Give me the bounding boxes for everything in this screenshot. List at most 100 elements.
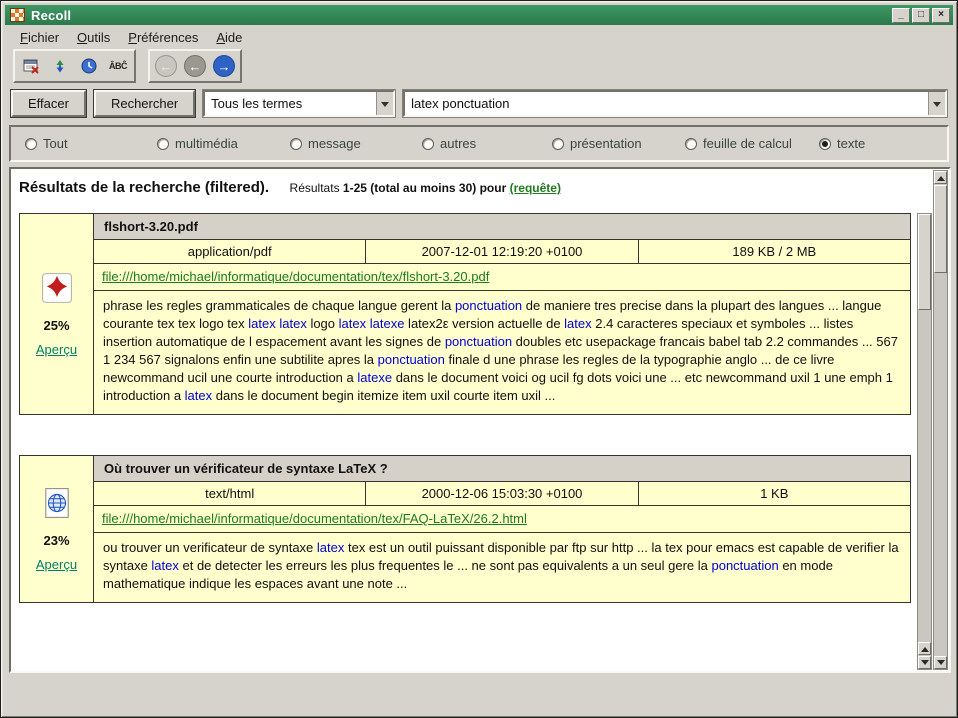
filter-autres[interactable]: autres [422, 136, 476, 151]
filter-message[interactable]: message [290, 136, 361, 151]
preview-link[interactable]: Aperçu [36, 342, 77, 357]
query-value: latex ponctuation [405, 92, 928, 115]
radio-icon[interactable] [422, 138, 434, 150]
result-meta-row: text/html 2000-12-06 15:03:30 +0100 1 KB [94, 482, 910, 506]
search-button[interactable]: Rechercher [94, 90, 195, 117]
scroll-up-button[interactable] [918, 642, 931, 655]
maximize-button[interactable]: □ [912, 8, 930, 23]
results-panel: Résultats de la recherche (filtered). Ré… [9, 167, 951, 673]
result-title: flshort-3.20.pdf [94, 214, 910, 240]
result-item-1: 25% Aperçu flshort-3.20.pdf application/… [19, 213, 911, 415]
radio-icon[interactable] [685, 138, 697, 150]
result-title: Où trouver un vérificateur de syntaxe La… [94, 456, 910, 482]
prev-page-icon: ← [184, 55, 206, 77]
chevron-down-icon[interactable] [376, 92, 393, 115]
filter-label: autres [440, 136, 476, 151]
sort-arrows-icon [51, 57, 69, 75]
query-link[interactable]: (requête) [510, 181, 561, 195]
result-size: 189 KB / 2 MB [638, 240, 910, 263]
results-summary: Résultats 1-25 (total au moins 30) pour … [290, 181, 561, 195]
result-snippet: phrase les regles grammaticales de chaqu… [94, 291, 910, 414]
arrow-up-icon [921, 643, 929, 652]
results-count-label: Résultats [290, 181, 343, 195]
titlebar: Recoll _ □ × [5, 5, 953, 25]
toolbar: ÂBĈ ← ← → [5, 49, 953, 83]
scrollbar-thumb[interactable] [918, 214, 931, 310]
toolbar-group-tools: ÂBĈ [13, 49, 136, 83]
result-url-link[interactable]: file:///home/michael/informatique/docume… [102, 511, 527, 526]
minimize-button[interactable]: _ [892, 8, 910, 23]
prev-page-button[interactable]: ← [182, 53, 208, 79]
menu-preferences[interactable]: Préférences [119, 28, 207, 47]
radio-icon[interactable] [157, 138, 169, 150]
result-mime: application/pdf [94, 240, 365, 263]
arrow-up-icon [937, 172, 945, 181]
filter-feuille-de-calcul[interactable]: feuille de calcul [685, 136, 792, 151]
result-url-link[interactable]: file:///home/michael/informatique/docume… [102, 269, 489, 284]
scrollbar-thumb[interactable] [934, 185, 947, 273]
chevron-down-icon[interactable] [928, 92, 945, 115]
inner-scrollbar[interactable] [917, 213, 932, 670]
radio-icon[interactable] [819, 138, 831, 150]
result-url-row: file:///home/michael/informatique/docume… [94, 506, 910, 533]
search-mode-select[interactable]: Tous les termes [203, 90, 395, 117]
scroll-down-button[interactable] [934, 656, 947, 669]
filter-texte[interactable]: texte [819, 136, 865, 151]
result-url-row: file:///home/michael/informatique/docume… [94, 264, 910, 291]
html-file-icon [41, 487, 73, 524]
toolbar-group-nav: ← ← → [148, 49, 242, 83]
next-page-button[interactable]: → [211, 53, 237, 79]
result-date: 2007-12-01 12:19:20 +0100 [365, 240, 637, 263]
result-date: 2000-12-06 15:03:30 +0100 [365, 482, 637, 505]
result-item-2: 23% Aperçu Où trouver un vérificateur de… [19, 455, 911, 603]
scroll-down-button[interactable] [918, 656, 931, 669]
filter-label: texte [837, 136, 865, 151]
results-list: Résultats de la recherche (filtered). Ré… [11, 169, 915, 671]
close-button[interactable]: × [932, 8, 950, 23]
filter-multimedia[interactable]: multimédia [157, 136, 238, 151]
menu-fichier[interactable]: Fichier [11, 28, 68, 47]
results-range: 1-25 (total au moins 30) pour [343, 181, 510, 195]
query-input[interactable]: latex ponctuation [403, 90, 947, 117]
result-meta-row: application/pdf 2007-12-01 12:19:20 +010… [94, 240, 910, 264]
next-page-icon: → [213, 55, 235, 77]
radio-icon[interactable] [290, 138, 302, 150]
filter-label: Tout [43, 136, 68, 151]
result-size: 1 KB [638, 482, 910, 505]
results-header: Résultats de la recherche (filtered). Ré… [17, 177, 913, 201]
outer-scrollbar[interactable] [933, 170, 948, 670]
filter-label: présentation [570, 136, 642, 151]
radio-icon[interactable] [25, 138, 37, 150]
clock-icon [80, 57, 98, 75]
preview-link[interactable]: Aperçu [36, 557, 77, 572]
filter-label: multimédia [175, 136, 238, 151]
menu-aide[interactable]: Aide [207, 28, 251, 47]
filter-presentation[interactable]: présentation [552, 136, 642, 151]
scroll-up-button[interactable] [934, 171, 947, 184]
result-main: flshort-3.20.pdf application/pdf 2007-12… [94, 214, 910, 414]
search-row: Effacer Rechercher Tous les termes latex… [11, 89, 947, 118]
radio-icon[interactable] [552, 138, 564, 150]
first-page-icon: ← [155, 55, 177, 77]
window-title: Recoll [31, 8, 71, 23]
filter-tout[interactable]: Tout [25, 136, 68, 151]
arrow-down-icon [937, 660, 945, 669]
term-explorer-button[interactable]: ÂBĈ [105, 53, 131, 79]
statusbar [5, 689, 953, 713]
first-page-button[interactable]: ← [153, 53, 179, 79]
result-mime: text/html [94, 482, 365, 505]
arrow-down-icon [921, 660, 929, 669]
search-mode-value: Tous les termes [205, 92, 376, 115]
result-side-panel: 23% Aperçu [20, 456, 94, 602]
menubar: Fichier Outils Préférences Aide [5, 26, 953, 48]
update-index-button[interactable] [47, 53, 73, 79]
filter-label: message [308, 136, 361, 151]
menu-outils[interactable]: Outils [68, 28, 119, 47]
recoll-window: Recoll _ □ × Fichier Outils Préférences … [0, 0, 958, 718]
history-button[interactable] [76, 53, 102, 79]
results-title: Résultats de la recherche (filtered). [19, 179, 269, 196]
relevance-percent: 25% [43, 318, 69, 333]
clear-button[interactable]: Effacer [11, 90, 86, 117]
spellcheck-icon: ÂBĈ [109, 61, 127, 71]
clear-search-button[interactable] [18, 53, 44, 79]
